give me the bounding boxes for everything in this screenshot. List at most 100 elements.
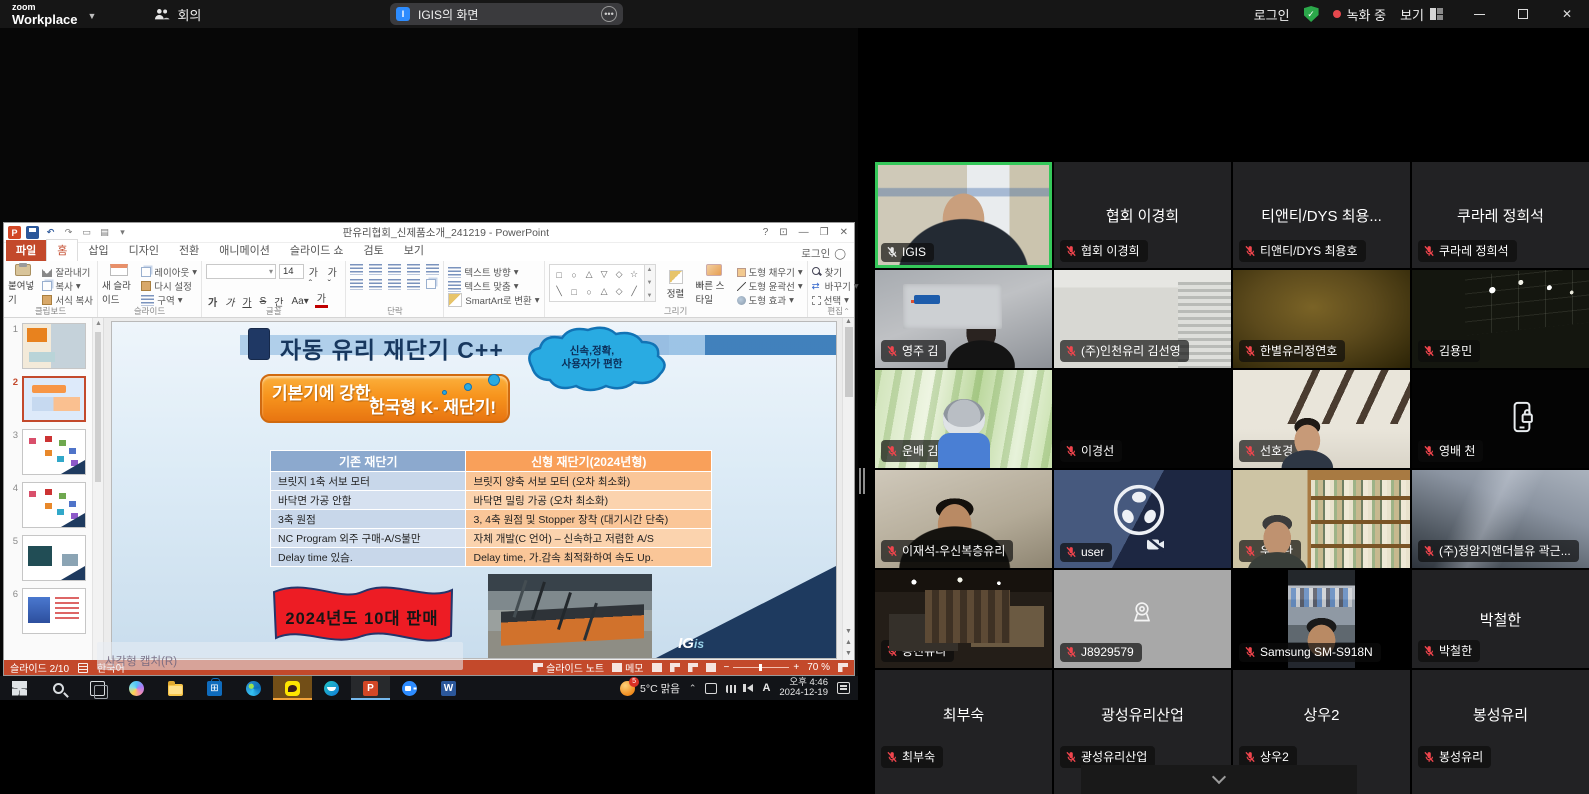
panel-resize-handle[interactable]	[857, 468, 866, 494]
taskbar-search-button[interactable]	[39, 676, 78, 700]
weather-widget[interactable]: 5 5°C 맑음	[620, 681, 680, 696]
numbering-icon[interactable]	[369, 264, 382, 275]
reset-button[interactable]: 다시 설정	[141, 279, 197, 293]
qat-customize-icon[interactable]: ▾	[116, 226, 129, 239]
smartart-convert-button[interactable]: SmartArt로 변환 ▾	[448, 293, 539, 307]
ppt-restore-button[interactable]: ❐	[820, 227, 829, 238]
normal-view-icon[interactable]	[652, 663, 662, 672]
arrange-button[interactable]: 정렬	[661, 264, 691, 306]
gallery-next-page-button[interactable]	[1081, 765, 1357, 794]
copy-button[interactable]: 복사 ▾	[42, 279, 93, 293]
participant-tile-이경선[interactable]: 이경선	[1054, 370, 1231, 468]
zoom-percentage[interactable]: 70 %	[807, 662, 830, 673]
font-size-combobox[interactable]: 14	[279, 264, 304, 279]
thumbnail-scrollbar[interactable]: ▲	[92, 318, 103, 660]
shape-icon[interactable]: ○	[586, 287, 591, 297]
ribbon-tab-9[interactable]: 보기	[394, 240, 434, 261]
shapes-gallery[interactable]: □○△▽◇☆╲□○△◇╱	[549, 264, 645, 302]
taskbar-edge-button[interactable]	[234, 676, 273, 700]
shape-icon[interactable]: ☆	[630, 269, 638, 280]
participant-tile-(주)인천유리 김선영[interactable]: (주)인천유리 김선영	[1054, 270, 1231, 368]
action-center-icon[interactable]	[837, 682, 850, 694]
participant-tile-(주)정암지앤더블유 곽근...[interactable]: (주)정암지앤더블유 곽근...	[1412, 470, 1589, 568]
justify-icon[interactable]	[407, 279, 420, 290]
participant-tile-IGIS[interactable]: IGIS	[875, 162, 1052, 268]
redo-icon[interactable]: ↷	[62, 226, 75, 239]
ime-indicator[interactable]: A	[762, 682, 770, 694]
indent-increase-icon[interactable]	[407, 264, 420, 275]
ppt-minimize-button[interactable]: —	[799, 227, 809, 238]
find-button[interactable]: 찾기	[812, 265, 859, 279]
language-indicator[interactable]: 한국어	[97, 660, 125, 675]
office-login[interactable]: 로그인 ◯	[801, 246, 846, 261]
taskbar-kakaotalk-button[interactable]	[273, 676, 312, 700]
slide-scrollbar[interactable]: ▲ ▼ ▲ ▼	[842, 318, 854, 660]
shape-outline-button[interactable]: 도형 윤곽선 ▾	[737, 279, 803, 293]
bullets-icon[interactable]	[350, 264, 363, 275]
speaker-icon[interactable]	[747, 684, 753, 692]
security-tray-icon[interactable]	[705, 683, 717, 694]
slide-thumbnail-3[interactable]	[22, 429, 86, 475]
shape-icon[interactable]: ╲	[556, 286, 561, 297]
collapse-ribbon-icon[interactable]: ⌃	[843, 307, 850, 316]
notes-button[interactable]: 슬라이드 노트	[533, 660, 604, 675]
shape-icon[interactable]: △	[586, 269, 593, 280]
tray-expand-icon[interactable]: ⌃	[689, 683, 697, 694]
taskbar-file-explorer-button[interactable]	[156, 676, 195, 700]
taskbar-zoom-button[interactable]	[390, 676, 429, 700]
ribbon-tab-6[interactable]: 애니메이션	[209, 240, 280, 261]
more-options-icon[interactable]: •••	[601, 6, 617, 22]
participant-tile-운배 김[interactable]: 운배 김	[875, 370, 1052, 468]
ribbon-tab-7[interactable]: 슬라이드 쇼	[280, 240, 354, 261]
participant-tile-최부숙[interactable]: 최부숙최부숙	[875, 670, 1052, 794]
participant-tile-김용민[interactable]: 김용민	[1412, 270, 1589, 368]
text-direction-button[interactable]: 텍스트 방향 ▾	[448, 265, 539, 279]
tab-meeting[interactable]: 회의	[154, 5, 201, 24]
taskbar-copilot-button[interactable]	[117, 676, 156, 700]
comments-button[interactable]: 메모	[612, 660, 643, 675]
shape-icon[interactable]: △	[601, 286, 608, 297]
ribbon-tab-4[interactable]: 디자인	[119, 240, 169, 261]
keyboard-tray-icon[interactable]	[726, 685, 738, 693]
slide-thumbnail-6[interactable]	[22, 588, 86, 634]
line-spacing-icon[interactable]	[426, 264, 439, 275]
taskbar-task-view-button[interactable]	[78, 676, 117, 700]
text-align-button[interactable]: 텍스트 맞춤 ▾	[448, 279, 539, 293]
taskbar-whale-button[interactable]	[312, 676, 351, 700]
layout-button[interactable]: 레이아웃 ▾	[141, 265, 197, 279]
shrink-font-button[interactable]: 가ˇ	[326, 264, 342, 290]
participant-tile-영주 김[interactable]: 영주 김	[875, 270, 1052, 368]
close-button[interactable]: ✕	[1545, 0, 1589, 28]
align-right-icon[interactable]	[388, 279, 401, 290]
preview-icon[interactable]: ▤	[98, 226, 111, 239]
replace-button[interactable]: ⇄바꾸기 ▾	[812, 279, 859, 293]
cut-button[interactable]: 잘라내기	[42, 265, 93, 279]
taskbar-clock[interactable]: 오후 4:46 2024-12-19	[779, 678, 828, 699]
maximize-button[interactable]	[1501, 0, 1545, 28]
participant-tile-한별유리정연호[interactable]: 한별유리정연호	[1233, 270, 1410, 368]
participant-tile-user[interactable]: user	[1054, 470, 1231, 568]
undo-icon[interactable]: ↶	[44, 226, 57, 239]
taskbar-powerpoint-button[interactable]: P	[351, 676, 390, 700]
zoom-slider[interactable]: −+	[724, 662, 800, 673]
slide-thumbnail-1[interactable]	[22, 323, 86, 369]
slide-thumbnail-2[interactable]	[22, 376, 86, 422]
quick-styles-button[interactable]: 빠른 스타일	[696, 264, 732, 306]
shape-icon[interactable]: ◇	[616, 269, 623, 280]
tab-shared-screen[interactable]: I IGIS의 화면 •••	[390, 3, 623, 25]
ribbon-tab-5[interactable]: 전환	[169, 240, 209, 261]
security-shield-icon[interactable]: ✓	[1304, 6, 1319, 22]
columns-icon[interactable]	[426, 279, 436, 289]
slide-thumbnail-5[interactable]	[22, 535, 86, 581]
shape-icon[interactable]: ○	[571, 270, 576, 280]
scroll-up-icon[interactable]: ▲	[845, 318, 852, 325]
view-button[interactable]: 보기	[1400, 5, 1443, 24]
taskbar-store-button[interactable]	[195, 676, 234, 700]
ppt-close-button[interactable]: ✕	[840, 227, 848, 238]
shape-fill-button[interactable]: 도형 채우기 ▾	[737, 265, 803, 279]
fit-to-window-icon[interactable]	[838, 663, 848, 672]
help-icon[interactable]: ?	[763, 227, 769, 238]
participant-tile-우영완[interactable]: 우영완	[1233, 470, 1410, 568]
slide-thumbnail-4[interactable]	[22, 482, 86, 528]
save-icon[interactable]	[26, 226, 39, 239]
